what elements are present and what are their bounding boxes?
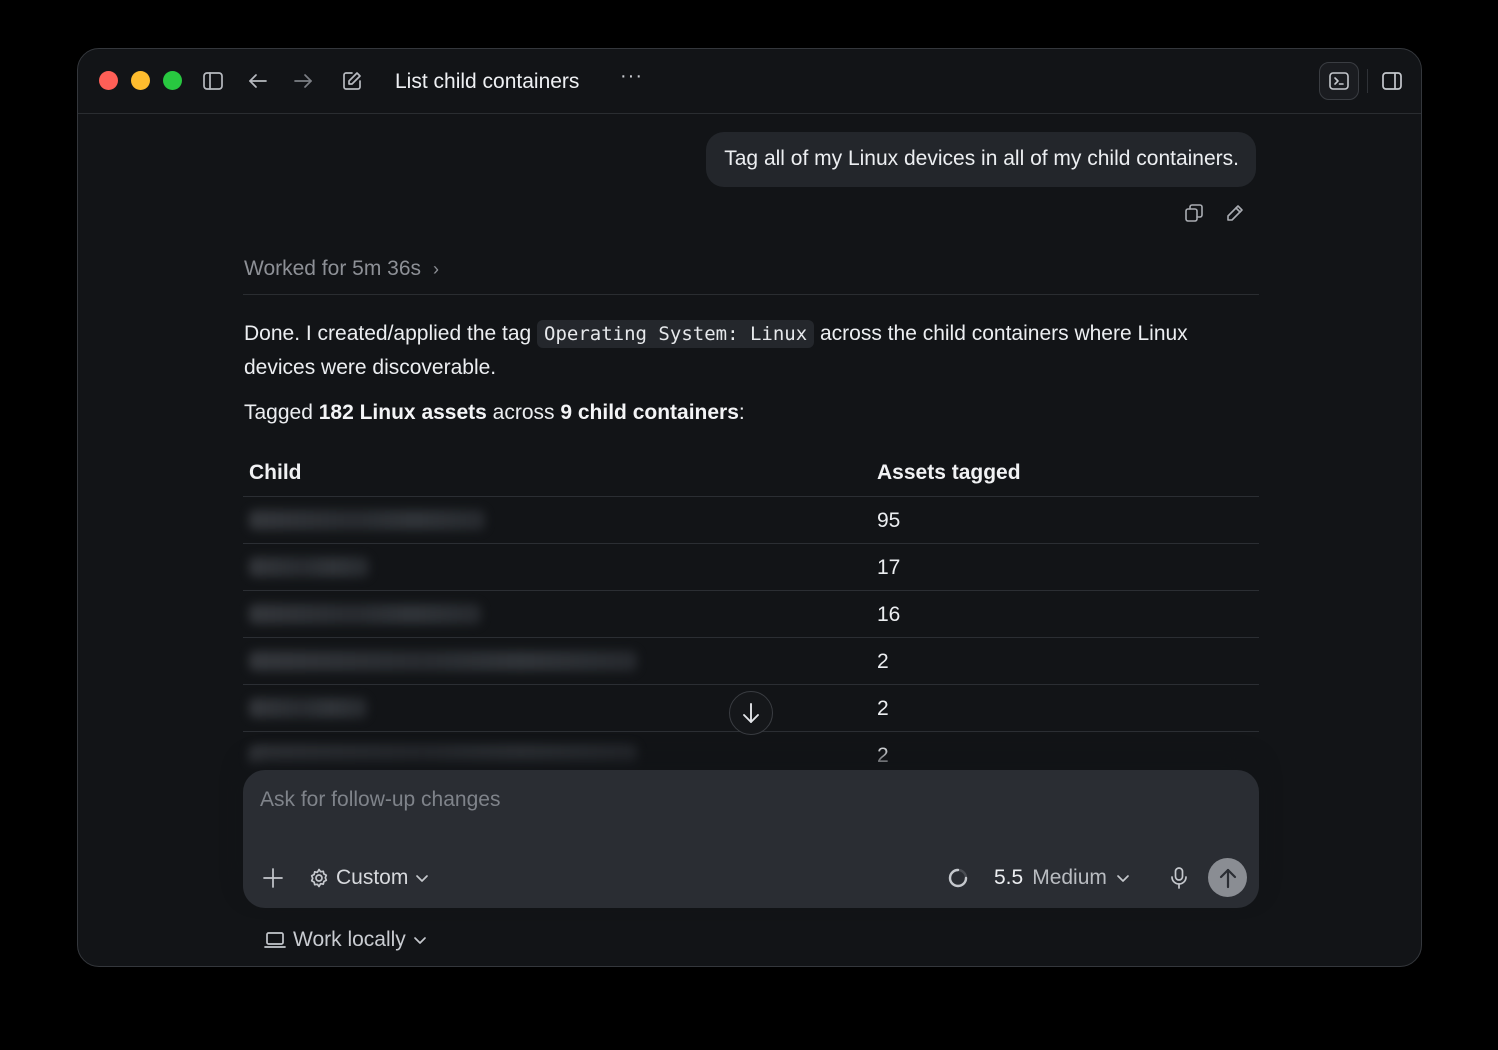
more-options-icon[interactable]: ··· [620,65,643,88]
tag-code-inline: Operating System: Linux [537,320,815,348]
redacted-child-name [249,745,637,765]
worked-duration-toggle[interactable]: Worked for 5m 36s › [244,255,439,283]
add-attachment-button[interactable] [261,866,285,890]
chevron-right-icon: › [433,259,440,279]
chevron-down-icon [413,937,426,944]
redacted-child-name [249,557,369,577]
assets-tagged-value: 95 [877,509,901,532]
copy-icon[interactable] [1182,201,1206,225]
follow-up-input[interactable]: Ask for follow-up changes [260,786,500,814]
title-bar: List child containers ··· [78,49,1421,114]
column-header-child: Child [249,461,302,484]
work-location-selector[interactable]: Work locally [264,926,427,954]
assets-tagged-value: 2 [877,650,889,673]
scroll-to-bottom-button[interactable] [729,691,773,735]
laptop-icon [264,932,286,948]
microphone-button[interactable] [1167,865,1191,891]
gear-icon [310,868,328,888]
app-window: List child containers ··· Tag all of my … [77,48,1422,967]
worked-duration-label: Worked for 5m 36s [244,257,422,280]
model-version: 5.5 [994,866,1024,889]
close-window-button[interactable] [99,71,118,90]
column-header-assets-tagged: Assets tagged [877,461,1021,484]
new-chat-icon[interactable] [339,68,365,94]
model-level: Medium [1032,866,1107,889]
arrow-up-icon [1219,868,1236,888]
work-location-label: Work locally [293,928,406,951]
response-paragraph-1: Done. I created/applied the tag Operatin… [244,320,1188,379]
minimize-window-button[interactable] [131,71,150,90]
terminal-icon [1329,72,1349,90]
mode-selector[interactable]: Custom [309,864,429,892]
chevron-down-icon [416,875,429,882]
table-row: 2 [243,637,1259,685]
mode-label: Custom [336,866,409,889]
redacted-child-name [249,698,367,718]
edit-icon[interactable] [1223,201,1247,225]
assets-tagged-value: 2 [877,697,889,720]
terminal-button[interactable] [1319,62,1359,100]
composer: Ask for follow-up changes Custom 5.5 Med… [243,770,1259,908]
microphone-icon [1171,867,1187,889]
forward-arrow-icon[interactable] [290,68,316,94]
assets-tagged-value: 2 [877,744,889,767]
model-selector[interactable]: 5.5 Medium [994,864,1130,892]
window-title: List child containers [395,70,580,93]
zoom-window-button[interactable] [163,71,182,90]
redacted-child-name [249,651,637,671]
back-arrow-icon[interactable] [245,68,271,94]
assets-tagged-value: 16 [877,603,901,626]
chevron-down-icon [1117,875,1129,882]
user-message-bubble: Tag all of my Linux devices in all of my… [706,132,1256,187]
arrow-down-icon [743,703,759,723]
right-panel-icon[interactable] [1378,68,1406,94]
plus-icon [263,868,283,888]
send-button[interactable] [1208,858,1247,897]
redacted-child-name [249,510,485,530]
redacted-child-name [249,604,481,624]
response-divider [243,294,1259,295]
context-usage-icon[interactable] [946,866,970,890]
table-row: 95 [243,496,1259,544]
toolbar-divider [1367,69,1368,93]
table-row: 16 [243,590,1259,638]
table-row: 17 [243,543,1259,591]
sidebar-toggle-icon[interactable] [200,68,226,94]
response-paragraph-2: Tagged 182 Linux assets across 9 child c… [244,401,745,424]
assets-tagged-value: 17 [877,556,901,579]
